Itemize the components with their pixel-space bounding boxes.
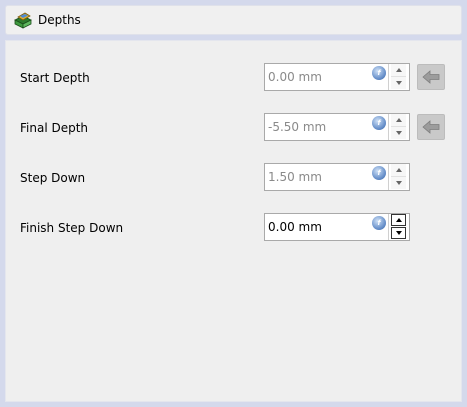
arrow-up-icon [395, 68, 402, 72]
finish-step-down-stepper[interactable] [388, 214, 409, 240]
increment-button[interactable] [391, 214, 406, 226]
increment-button[interactable] [391, 164, 406, 177]
expression-icon[interactable]: f [372, 116, 386, 130]
decrement-button[interactable] [391, 227, 406, 239]
arrow-up-icon [395, 218, 402, 222]
final-depth-stepper[interactable] [388, 114, 409, 140]
final-depth-input[interactable]: -5.50 mm f [264, 113, 410, 141]
start-depth-reset-button[interactable] [417, 64, 445, 90]
decrement-button[interactable] [391, 177, 406, 189]
increment-button[interactable] [391, 64, 406, 77]
left-arrow-icon [422, 70, 440, 84]
step-down-stepper[interactable] [388, 164, 409, 190]
step-down-row: Step Down 1.50 mm f [6, 163, 461, 193]
arrow-down-icon [395, 81, 402, 85]
final-depth-row: Final Depth -5.50 mm f [6, 113, 461, 143]
arrow-down-icon [395, 181, 402, 185]
step-down-label: Step Down [20, 171, 86, 185]
finish-step-down-row: Finish Step Down 0.00 mm f [6, 213, 461, 243]
cube-layers-icon [12, 10, 34, 30]
arrow-down-icon [395, 231, 402, 235]
arrow-down-icon [395, 131, 402, 135]
left-arrow-icon [422, 120, 440, 134]
step-down-input[interactable]: 1.50 mm f [264, 163, 410, 191]
finish-step-down-label: Finish Step Down [20, 221, 124, 235]
final-depth-value: -5.50 mm [268, 120, 327, 134]
start-depth-label: Start Depth [20, 71, 90, 85]
depths-panel-body: Start Depth 0.00 mm f Final Depth -5.50 … [5, 40, 462, 402]
step-down-value: 1.50 mm [268, 170, 322, 184]
start-depth-stepper[interactable] [388, 64, 409, 90]
start-depth-value: 0.00 mm [268, 70, 322, 84]
finish-step-down-value: 0.00 mm [268, 220, 322, 234]
decrement-button[interactable] [391, 77, 406, 89]
start-depth-row: Start Depth 0.00 mm f [6, 63, 461, 93]
expression-icon[interactable]: f [372, 166, 386, 180]
arrow-up-icon [395, 168, 402, 172]
final-depth-label: Final Depth [20, 121, 89, 135]
expression-icon[interactable]: f [372, 216, 386, 230]
increment-button[interactable] [391, 114, 406, 127]
panel-header[interactable]: Depths [5, 5, 462, 35]
expression-icon[interactable]: f [372, 66, 386, 80]
arrow-up-icon [395, 118, 402, 122]
finish-step-down-input[interactable]: 0.00 mm f [264, 213, 410, 241]
panel-title: Depths [38, 13, 81, 27]
final-depth-reset-button[interactable] [417, 114, 445, 140]
decrement-button[interactable] [391, 127, 406, 139]
start-depth-input[interactable]: 0.00 mm f [264, 63, 410, 91]
